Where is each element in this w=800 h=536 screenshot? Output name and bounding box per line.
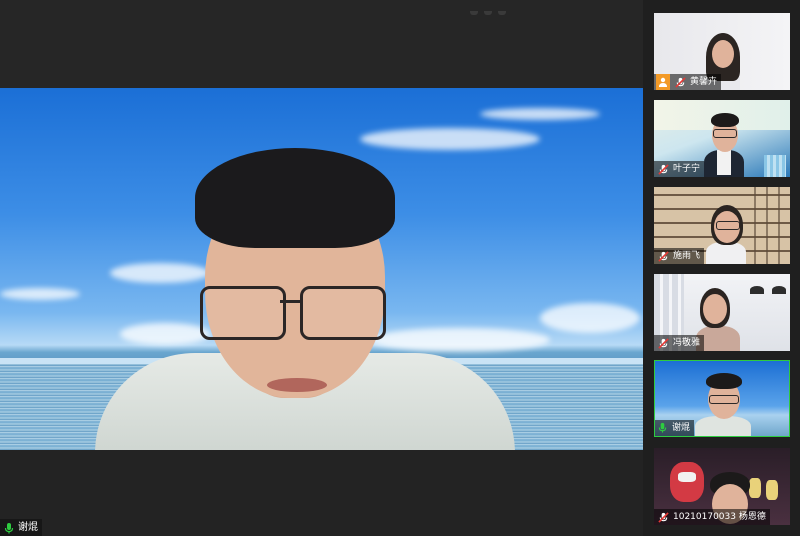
host-person-icon	[656, 74, 670, 90]
participant-label: 冯敬雅	[654, 335, 705, 351]
cloud	[480, 108, 600, 120]
mic-muted-icon	[673, 75, 687, 89]
participant-tile[interactable]: 黄馨卉	[654, 13, 790, 90]
window-controls[interactable]	[470, 0, 530, 15]
participant-name: 黄馨卉	[690, 77, 718, 87]
main-speaker-name: 谢焜	[18, 522, 38, 533]
participant-label: 叶子宁	[654, 161, 705, 177]
mic-muted-icon	[656, 249, 670, 263]
participant-tile[interactable]: 施雨飞	[654, 187, 790, 264]
top-bar	[0, 0, 643, 88]
mic-active-icon	[3, 522, 15, 534]
glasses	[200, 286, 390, 341]
participant-name: 谢焜	[672, 423, 691, 433]
cloud	[540, 303, 640, 333]
mic-muted-icon	[656, 510, 670, 524]
participant-tile-active[interactable]: 谢焜	[654, 360, 790, 437]
participant-sidebar: 黄馨卉 叶子宁 施雨飞 冯敬雅 谢焜 10210170033 杨恩德	[643, 0, 800, 536]
participant-tile[interactable]: 叶子宁	[654, 100, 790, 177]
speaker-video	[95, 148, 515, 450]
mouth	[267, 378, 327, 392]
participant-name: 叶子宁	[673, 164, 701, 174]
participant-label: 谢焜	[655, 420, 695, 436]
main-speaker-tag: 谢焜	[0, 519, 42, 536]
participant-label: 10210170033 杨恩德	[654, 509, 770, 525]
participant-label: 施雨飞	[654, 248, 705, 264]
participant-tile[interactable]: 10210170033 杨恩德	[654, 448, 790, 525]
participant-name: 施雨飞	[673, 251, 701, 261]
participant-tile[interactable]: 冯敬雅	[654, 274, 790, 351]
participant-name: 冯敬雅	[673, 338, 701, 348]
participant-name: 10210170033 杨恩德	[673, 512, 766, 522]
mic-muted-icon	[656, 336, 670, 350]
cloud	[360, 128, 540, 150]
main-video[interactable]	[0, 88, 643, 450]
mic-active-icon	[657, 422, 669, 434]
hair	[195, 148, 395, 248]
mic-muted-icon	[656, 162, 670, 176]
cloud	[0, 288, 80, 300]
participant-label: 黄馨卉	[654, 74, 722, 90]
